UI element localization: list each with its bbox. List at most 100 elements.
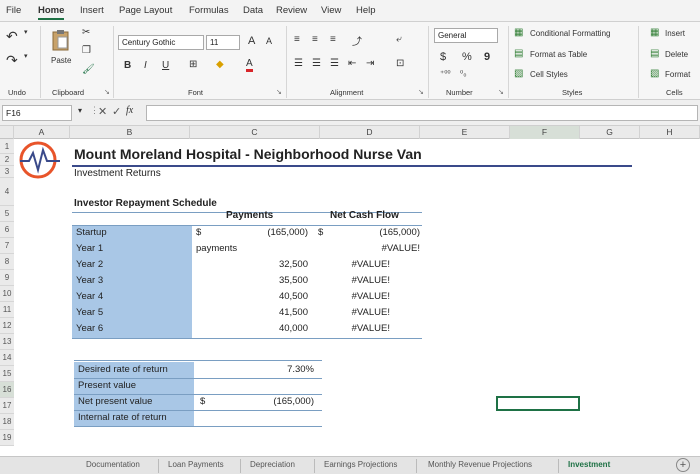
align-bottom-icon[interactable]: ≡ — [330, 34, 336, 45]
redo-icon[interactable]: ↷ — [6, 52, 18, 69]
currency-symbol[interactable]: $ — [200, 396, 205, 408]
summary-label[interactable]: Internal rate of return — [78, 412, 167, 424]
number-launcher-icon[interactable]: ↘ — [498, 88, 504, 96]
font-name-combo[interactable]: Century Gothic — [118, 35, 204, 50]
column-header-h[interactable]: H — [640, 126, 700, 139]
bold-button[interactable]: B — [124, 60, 131, 71]
menu-formulas[interactable]: Formulas — [189, 5, 229, 16]
tab-earnings-projections[interactable]: Earnings Projections — [324, 460, 397, 469]
summary-value[interactable]: (165,000) — [240, 396, 314, 408]
conditional-formatting-icon[interactable]: ▦ — [514, 27, 523, 38]
paste-label[interactable]: Paste — [51, 56, 71, 65]
column-header-d[interactable]: D — [320, 126, 420, 139]
increase-decimal-icon[interactable]: ⁺⁰⁰ — [440, 69, 451, 78]
insert-cells-button[interactable]: Insert — [665, 29, 685, 38]
row-header[interactable]: 4 — [0, 178, 14, 206]
currency-format-button[interactable]: $ — [440, 51, 446, 63]
payment-text[interactable]: payments — [196, 243, 237, 255]
net-cash-value[interactable]: #VALUE! — [330, 243, 420, 255]
row-header[interactable]: 2 — [0, 154, 14, 166]
payment-value[interactable]: 32,500 — [230, 259, 308, 271]
shrink-font-button[interactable]: A — [266, 36, 272, 46]
column-header-b[interactable]: B — [70, 126, 190, 139]
schedule-label[interactable]: Year 2 — [76, 259, 103, 271]
payment-value[interactable]: 40,000 — [230, 323, 308, 335]
net-cash-value[interactable]: #VALUE! — [330, 291, 390, 303]
payment-value[interactable]: 35,500 — [230, 275, 308, 287]
percent-format-button[interactable]: % — [462, 51, 472, 63]
row-header[interactable]: 11 — [0, 302, 14, 318]
insert-function-button[interactable]: fx — [126, 105, 133, 116]
add-sheet-button[interactable]: + — [676, 458, 690, 472]
copy-icon[interactable]: ❐ — [82, 45, 91, 56]
merge-center-icon[interactable]: ⊡ — [396, 58, 404, 69]
decrease-decimal-icon[interactable]: ⁰₀ — [460, 69, 467, 78]
tab-documentation[interactable]: Documentation — [86, 460, 140, 469]
tab-investment[interactable]: Investment — [568, 460, 610, 469]
align-center-icon[interactable]: ☰ — [312, 58, 321, 69]
format-cells-icon[interactable]: ▧ — [650, 68, 659, 79]
net-cash-value[interactable]: (165,000) — [330, 227, 420, 239]
clipboard-launcher-icon[interactable]: ↘ — [104, 88, 110, 96]
alignment-launcher-icon[interactable]: ↘ — [418, 88, 424, 96]
net-cash-value[interactable]: #VALUE! — [330, 275, 390, 287]
net-cash-value[interactable]: #VALUE! — [330, 259, 390, 271]
menu-help[interactable]: Help — [356, 5, 376, 16]
format-cells-button[interactable]: Format — [665, 70, 690, 79]
row-header[interactable]: 17 — [0, 398, 14, 414]
net-cash-value[interactable]: #VALUE! — [330, 323, 390, 335]
row-header[interactable]: 15 — [0, 366, 14, 382]
orientation-icon[interactable]: ⤴ — [352, 33, 362, 48]
schedule-label[interactable]: Startup — [76, 227, 107, 239]
name-box[interactable]: F16 — [2, 105, 72, 121]
underline-button[interactable]: U — [162, 60, 169, 71]
row-header[interactable]: 1 — [0, 139, 14, 154]
align-middle-icon[interactable]: ≡ — [312, 34, 318, 45]
summary-label[interactable]: Net present value — [78, 396, 152, 408]
column-header-c[interactable]: C — [190, 126, 320, 139]
row-header[interactable]: 14 — [0, 350, 14, 366]
comma-format-button[interactable]: 9 — [484, 51, 490, 63]
grow-font-button[interactable]: A — [248, 35, 255, 47]
row-header[interactable]: 5 — [0, 206, 14, 222]
schedule-label[interactable]: Year 6 — [76, 323, 103, 335]
menu-data[interactable]: Data — [243, 5, 263, 16]
format-as-table-icon[interactable]: ▤ — [514, 48, 523, 59]
insert-cells-icon[interactable]: ▦ — [650, 27, 659, 38]
currency-symbol[interactable]: $ — [318, 227, 323, 239]
undo-icon[interactable]: ↶ — [6, 28, 18, 45]
row-header[interactable]: 16 — [0, 382, 14, 398]
chevron-down-icon[interactable]: ▾ — [78, 106, 82, 115]
column-header-f[interactable]: F — [510, 126, 580, 139]
tab-loan-payments[interactable]: Loan Payments — [168, 460, 224, 469]
column-header-e[interactable]: E — [420, 126, 510, 139]
number-format-combo[interactable]: General — [434, 28, 498, 43]
confirm-entry-button[interactable]: ✓ — [112, 105, 121, 118]
payment-value[interactable]: (165,000) — [230, 227, 308, 239]
row-header[interactable]: 7 — [0, 238, 14, 254]
redo-dropdown-icon[interactable]: ▾ — [24, 52, 28, 60]
delete-cells-button[interactable]: Delete — [665, 50, 688, 59]
row-header[interactable]: 8 — [0, 254, 14, 270]
cell-styles-button[interactable]: Cell Styles — [530, 70, 568, 79]
align-top-icon[interactable]: ≡ — [294, 34, 300, 45]
row-header[interactable]: 18 — [0, 414, 14, 430]
row-header[interactable]: 10 — [0, 286, 14, 302]
menu-review[interactable]: Review — [276, 5, 307, 16]
payment-value[interactable]: 41,500 — [230, 307, 308, 319]
row-header[interactable]: 13 — [0, 334, 14, 350]
selected-cell-f16[interactable] — [496, 396, 580, 411]
delete-cells-icon[interactable]: ▤ — [650, 48, 659, 59]
align-right-icon[interactable]: ☰ — [330, 58, 339, 69]
row-header[interactable]: 3 — [0, 166, 14, 178]
borders-icon[interactable]: ⊞ — [189, 59, 197, 70]
payment-value[interactable]: 40,500 — [230, 291, 308, 303]
format-painter-icon[interactable]: 🖌 — [82, 64, 95, 75]
formula-input[interactable] — [146, 105, 698, 121]
row-header[interactable]: 19 — [0, 430, 14, 446]
currency-symbol[interactable]: $ — [196, 227, 201, 239]
paste-icon[interactable] — [50, 28, 72, 52]
summary-value[interactable]: 7.30% — [240, 364, 314, 376]
schedule-label[interactable]: Year 3 — [76, 275, 103, 287]
font-size-combo[interactable]: 11 — [206, 35, 240, 50]
